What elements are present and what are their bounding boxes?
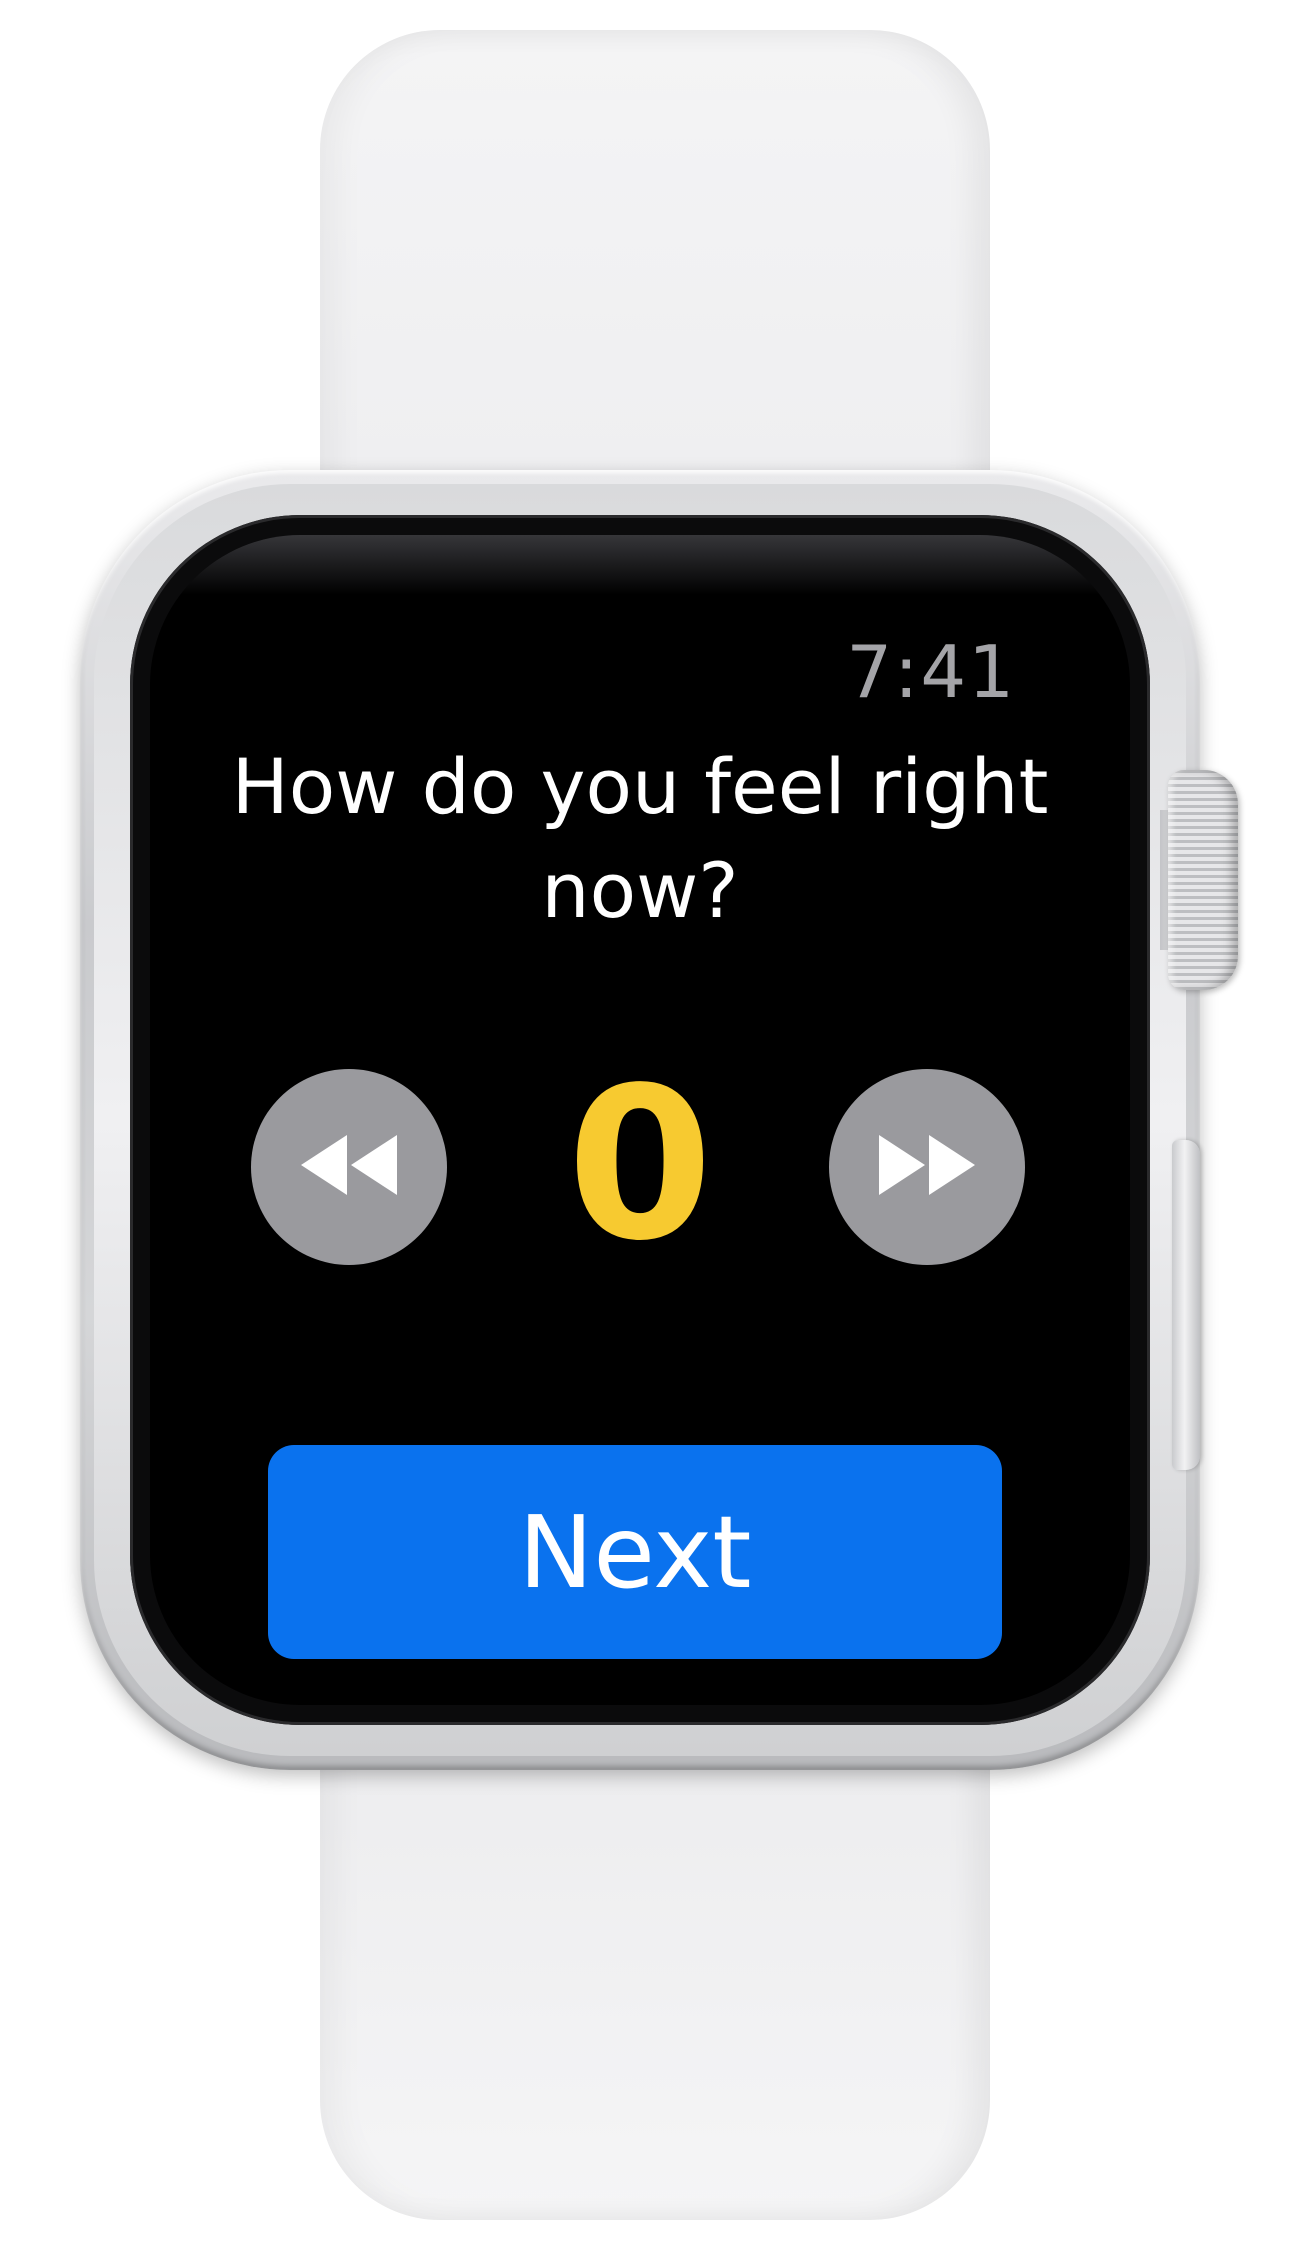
watch-bezel: 7:41 How do you feel right now? 0 Next bbox=[130, 515, 1150, 1725]
increase-button[interactable] bbox=[829, 1069, 1025, 1265]
fast-forward-icon bbox=[875, 1135, 979, 1199]
feeling-value: 0 bbox=[566, 1042, 714, 1287]
screen-gloss bbox=[150, 535, 1130, 595]
watch-band-bottom bbox=[320, 1700, 990, 2220]
decrease-button[interactable] bbox=[251, 1069, 447, 1265]
digital-crown[interactable] bbox=[1168, 770, 1238, 990]
watch-screen: 7:41 How do you feel right now? 0 Next bbox=[150, 535, 1130, 1705]
question-text: How do you feel right now? bbox=[231, 742, 1049, 935]
next-button[interactable]: Next bbox=[268, 1445, 1002, 1659]
status-time: 7:41 bbox=[846, 630, 1016, 714]
rewind-icon bbox=[297, 1135, 401, 1199]
side-button[interactable] bbox=[1172, 1140, 1200, 1470]
